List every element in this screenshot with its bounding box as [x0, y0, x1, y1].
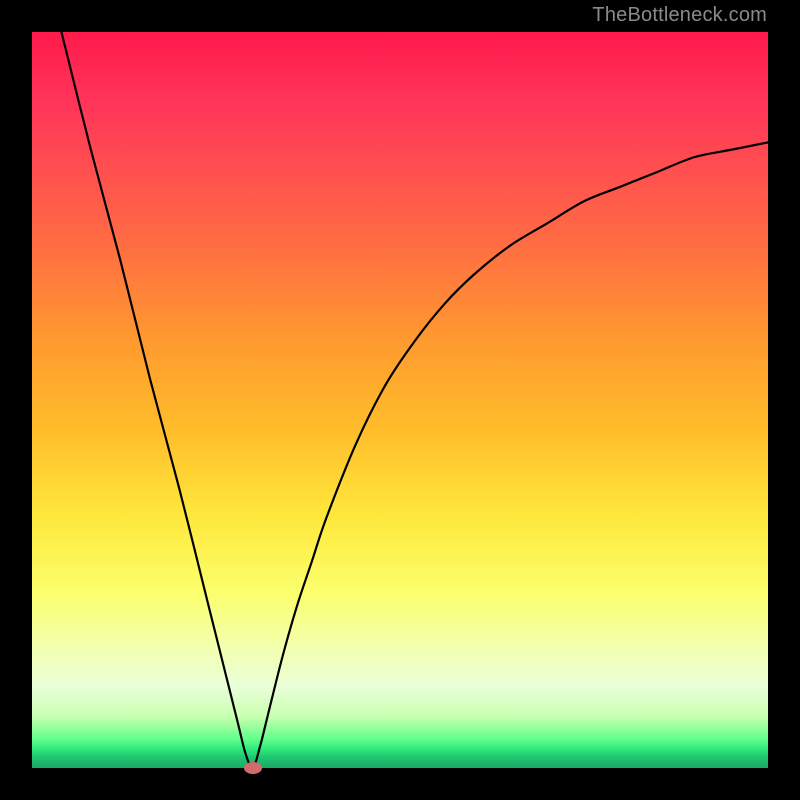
- plot-area: [32, 32, 768, 768]
- optimum-marker: [244, 762, 262, 774]
- chart-canvas: TheBottleneck.com: [0, 0, 800, 800]
- bottleneck-curve: [32, 32, 768, 768]
- watermark-text: TheBottleneck.com: [592, 4, 767, 27]
- curve-path: [61, 32, 768, 768]
